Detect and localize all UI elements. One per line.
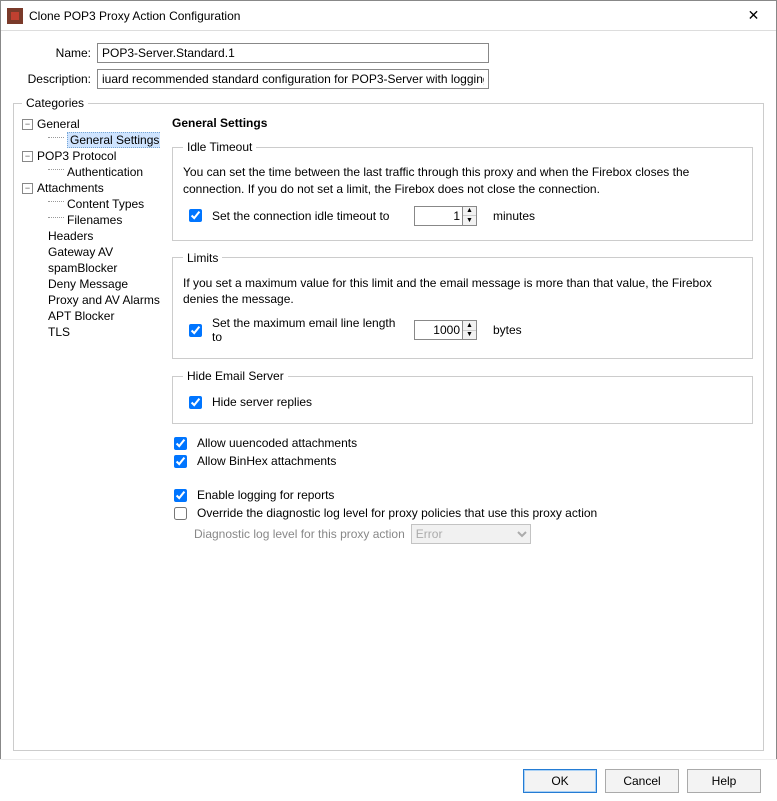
limits-spinner[interactable]: ▲▼: [414, 320, 477, 340]
name-input[interactable]: [97, 43, 489, 63]
spinner-down-icon[interactable]: ▼: [463, 216, 476, 225]
bottom-button-bar: OK Cancel Help: [0, 759, 777, 801]
tree-item-general-settings[interactable]: General Settings: [20, 132, 160, 148]
override-loglevel-checkbox[interactable]: [174, 507, 187, 520]
uuencoded-checkbox[interactable]: [174, 437, 187, 450]
limits-legend: Limits: [183, 251, 222, 265]
help-button[interactable]: Help: [687, 769, 761, 793]
tree-item-content-types[interactable]: Content Types: [20, 196, 160, 212]
spinner-up-icon[interactable]: ▲: [463, 207, 476, 217]
app-icon: [7, 8, 23, 24]
binhex-label: Allow BinHex attachments: [197, 454, 336, 468]
tree-item-tls[interactable]: TLS: [20, 324, 160, 340]
collapse-icon[interactable]: −: [22, 183, 33, 194]
hide-replies-checkbox[interactable]: [189, 396, 202, 409]
tree-item-apt-blocker[interactable]: APT Blocker: [20, 308, 160, 324]
cancel-button[interactable]: Cancel: [605, 769, 679, 793]
limits-value[interactable]: [414, 320, 462, 340]
tree-item-spamblocker[interactable]: spamBlocker: [20, 260, 160, 276]
hide-email-legend: Hide Email Server: [183, 369, 288, 383]
idle-timeout-desc: You can set the time between the last tr…: [183, 164, 742, 198]
idle-timeout-label: Set the connection idle timeout to: [212, 209, 408, 223]
limits-group: Limits If you set a maximum value for th…: [172, 251, 753, 360]
limits-unit: bytes: [493, 323, 522, 337]
description-label: Description:: [19, 72, 91, 86]
limits-checkbox[interactable]: [189, 324, 202, 337]
close-button[interactable]: ✕: [731, 1, 776, 31]
override-loglevel-label: Override the diagnostic log level for pr…: [197, 506, 597, 520]
spinner-down-icon[interactable]: ▼: [463, 331, 476, 340]
settings-panel: General Settings Idle Timeout You can se…: [168, 114, 757, 744]
categories-tree[interactable]: −General General Settings −POP3 Protocol…: [20, 114, 160, 744]
spinner-up-icon[interactable]: ▲: [463, 321, 476, 331]
title-bar: Clone POP3 Proxy Action Configuration ✕: [1, 1, 776, 31]
limits-label: Set the maximum email line length to: [212, 316, 408, 344]
hide-replies-label: Hide server replies: [212, 395, 312, 409]
loglevel-label: Diagnostic log level for this proxy acti…: [194, 527, 405, 541]
tree-item-gateway-av[interactable]: Gateway AV: [20, 244, 160, 260]
tree-item-pop3-protocol[interactable]: −POP3 Protocol: [20, 148, 160, 164]
loglevel-select: Error: [411, 524, 531, 544]
logging-label: Enable logging for reports: [197, 488, 334, 502]
tree-item-general[interactable]: −General: [20, 116, 160, 132]
uuencoded-label: Allow uuencoded attachments: [197, 436, 357, 450]
top-fields: Name: Description:: [1, 31, 776, 103]
categories-legend: Categories: [22, 96, 88, 110]
hide-email-group: Hide Email Server Hide server replies: [172, 369, 753, 424]
tree-item-proxy-av-alarms[interactable]: Proxy and AV Alarms: [20, 292, 160, 308]
idle-timeout-group: Idle Timeout You can set the time betwee…: [172, 140, 753, 241]
idle-timeout-value[interactable]: [414, 206, 462, 226]
categories-group: Categories −General General Settings −PO…: [13, 103, 764, 751]
close-icon: ✕: [748, 7, 760, 24]
settings-title: General Settings: [172, 116, 753, 130]
tree-item-deny-message[interactable]: Deny Message: [20, 276, 160, 292]
tree-item-attachments[interactable]: −Attachments: [20, 180, 160, 196]
description-input[interactable]: [97, 69, 489, 89]
name-label: Name:: [19, 46, 91, 60]
collapse-icon[interactable]: −: [22, 119, 33, 130]
tree-item-headers[interactable]: Headers: [20, 228, 160, 244]
collapse-icon[interactable]: −: [22, 151, 33, 162]
idle-timeout-spinner[interactable]: ▲▼: [414, 206, 477, 226]
tree-item-authentication[interactable]: Authentication: [20, 164, 160, 180]
idle-timeout-legend: Idle Timeout: [183, 140, 256, 154]
binhex-checkbox[interactable]: [174, 455, 187, 468]
limits-desc: If you set a maximum value for this limi…: [183, 275, 742, 309]
idle-timeout-unit: minutes: [493, 209, 535, 223]
tree-item-filenames[interactable]: Filenames: [20, 212, 160, 228]
ok-button[interactable]: OK: [523, 769, 597, 793]
window-title: Clone POP3 Proxy Action Configuration: [29, 9, 731, 23]
logging-checkbox[interactable]: [174, 489, 187, 502]
idle-timeout-checkbox[interactable]: [189, 209, 202, 222]
